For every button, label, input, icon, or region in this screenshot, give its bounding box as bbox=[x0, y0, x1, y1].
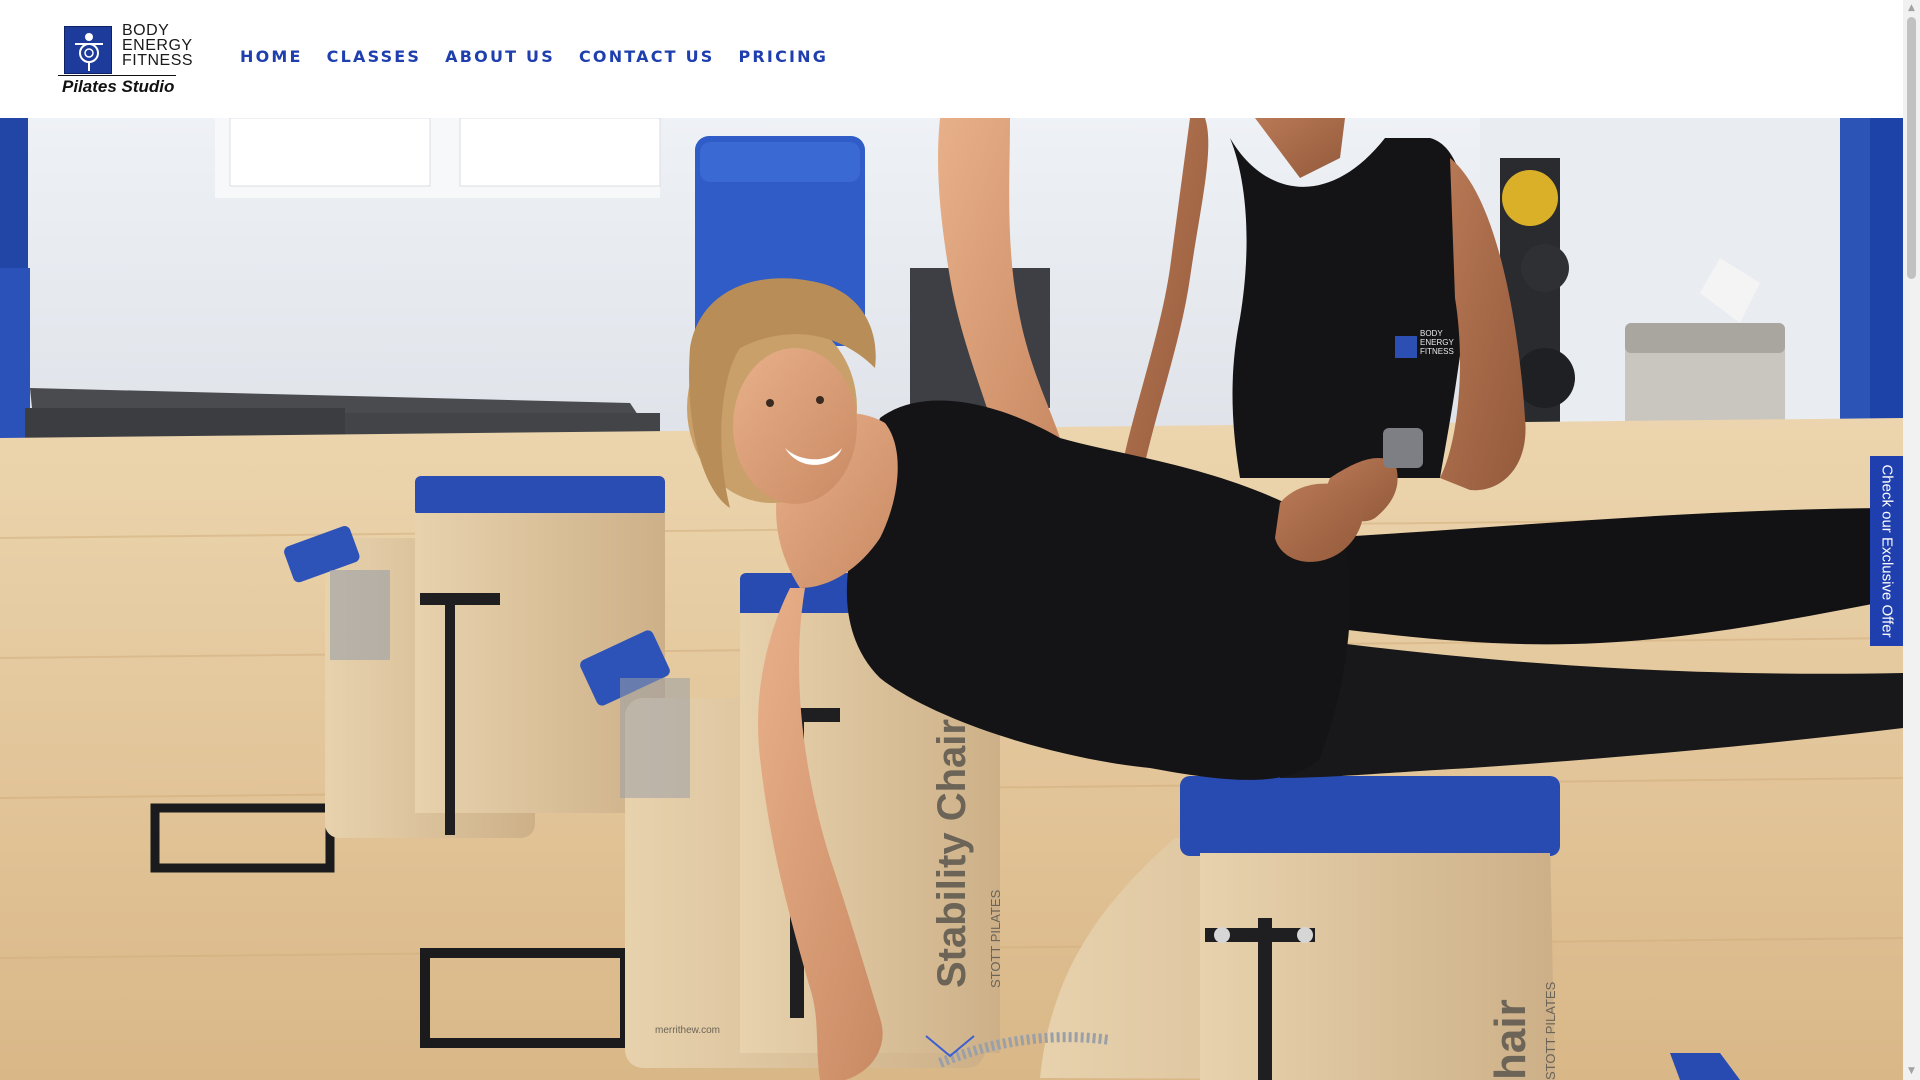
nav-about-us[interactable]: ABOUT US bbox=[445, 47, 555, 66]
nav-pricing[interactable]: PRICING bbox=[738, 47, 828, 66]
nav-classes[interactable]: CLASSES bbox=[327, 47, 422, 66]
logo-word-2: ENERGY bbox=[122, 37, 193, 54]
scroll-down-chevron-icon[interactable] bbox=[924, 1034, 976, 1058]
page-scrollbar[interactable]: ▲ ▼ bbox=[1903, 0, 1920, 1080]
scrollbar-thumb[interactable] bbox=[1907, 17, 1916, 279]
page-viewport: BODY ENERGY FITNESS Pilates Studio HOME … bbox=[0, 0, 1903, 1080]
hero-image: Stability Chair STOTT PILATES merrithew.… bbox=[0, 118, 1903, 1080]
logo-word-3: FITNESS bbox=[122, 52, 194, 69]
shirt-logo-word-1: BODY bbox=[1420, 329, 1443, 338]
chair-maker-label: STOTT PILATES bbox=[988, 889, 1003, 988]
site-logo[interactable]: BODY ENERGY FITNESS Pilates Studio bbox=[57, 22, 198, 98]
scroll-up-arrow-icon[interactable]: ▲ bbox=[1903, 0, 1920, 17]
nav-contact-us[interactable]: CONTACT US bbox=[579, 47, 715, 66]
nav-home[interactable]: HOME bbox=[240, 47, 303, 66]
main-nav: HOME CLASSES ABOUT US CONTACT US PRICING bbox=[240, 47, 828, 66]
logo-word-1: BODY bbox=[122, 22, 170, 39]
site-header: BODY ENERGY FITNESS Pilates Studio HOME … bbox=[0, 0, 1903, 118]
exclusive-offer-label: Check our Exclusive Offer bbox=[1878, 464, 1895, 638]
chair-brand-label: Stability Chair bbox=[930, 719, 974, 988]
front-chair-maker-label: STOTT PILATES bbox=[1543, 981, 1558, 1080]
front-chair-brand-label: hair bbox=[1486, 999, 1535, 1080]
exclusive-offer-tab[interactable]: Check our Exclusive Offer bbox=[1870, 456, 1903, 646]
chair-website-label: merrithew.com bbox=[655, 1025, 720, 1036]
logo-wordmark: BODY ENERGY FITNESS bbox=[122, 22, 194, 69]
scroll-down-arrow-icon[interactable]: ▼ bbox=[1903, 1063, 1920, 1080]
logo-emblem-icon bbox=[64, 26, 112, 74]
logo-subtitle: Pilates Studio bbox=[57, 75, 177, 96]
shirt-logo-word-2: ENERGY bbox=[1420, 338, 1454, 347]
shirt-logo-word-3: FITNESS bbox=[1420, 347, 1454, 356]
